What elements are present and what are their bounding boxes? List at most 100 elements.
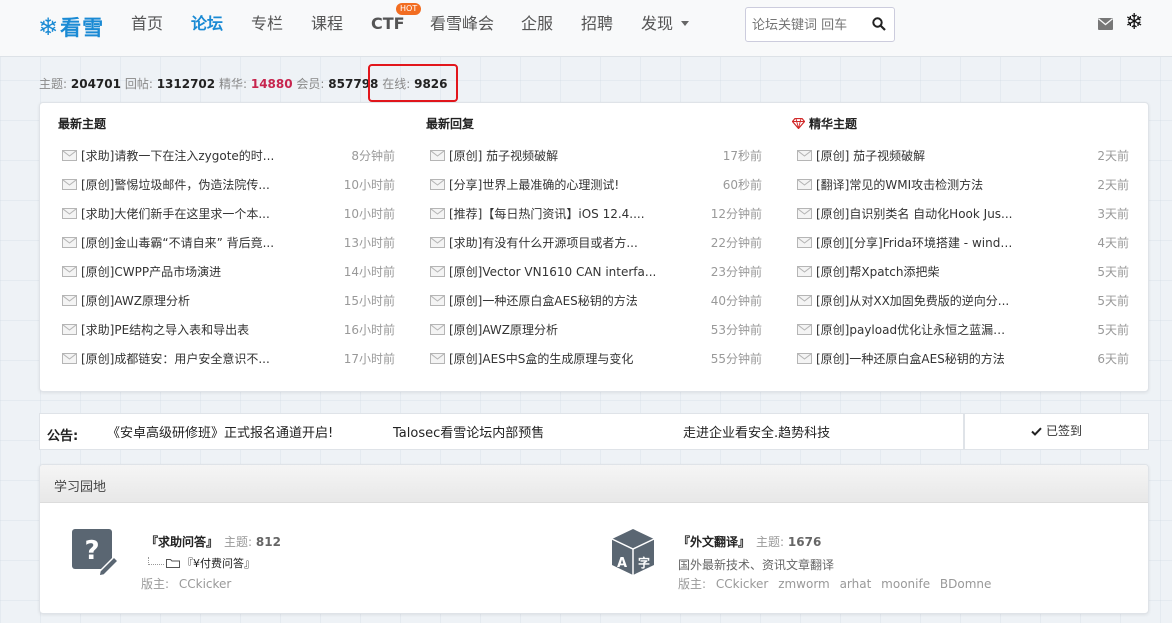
forum-translation[interactable]: 『外文翻译』 主题: 1676 [678, 533, 821, 550]
site-logo[interactable]: ❄ 看雪 [38, 12, 104, 42]
nav-column[interactable]: 专栏 [251, 14, 283, 34]
topic-title[interactable]: [原创][分享]Frida环境搭建 - windo... [816, 234, 1016, 251]
latest-topics-title: 最新主题 [58, 117, 107, 131]
topic-row[interactable]: [原创]自识别类名 自动化Hook Jus... 3天前 [797, 199, 1129, 228]
nav-course[interactable]: 课程 [311, 14, 343, 34]
topic-title[interactable]: [原创]Vector VN1610 CAN interfa... [449, 263, 659, 280]
topic-row[interactable]: [分享]世界上最准确的心理测试! 60秒前 [430, 170, 762, 199]
topic-title[interactable]: [原创]自识别类名 自动化Hook Jus... [816, 205, 1016, 222]
topic-title[interactable]: [原创]AWZ原理分析 [81, 292, 276, 309]
nav-ctf[interactable]: CTF [371, 14, 405, 34]
forum-topics-count: 主题: 1676 [756, 535, 821, 549]
nav-jobs[interactable]: 招聘 [581, 14, 613, 34]
envelope-icon [62, 208, 77, 219]
topic-title[interactable]: [求助]有没有什么开源项目或者方... [449, 234, 659, 251]
nav-enterprise[interactable]: 企服 [521, 14, 553, 34]
topic-time: 23分钟前 [710, 265, 762, 279]
topic-row[interactable]: [原创]帮Xpatch添把柴 5天前 [797, 257, 1129, 286]
moderator-link[interactable]: CCkicker [716, 577, 768, 591]
topic-row[interactable]: [原创]AWZ原理分析 53分钟前 [430, 315, 762, 344]
help-question-icon[interactable]: ? [70, 527, 120, 577]
signed-in-button[interactable]: 已签到 [964, 413, 1149, 450]
topic-title[interactable]: [原创]成都链安：用户安全意识不... [81, 350, 276, 367]
user-avatar-snowflake-icon[interactable]: ❄ [1125, 12, 1143, 34]
topic-row[interactable]: [原创]一种还原白盒AES秘钥的方法 40分钟前 [430, 286, 762, 315]
topic-row[interactable]: [原创]金山毒霸“不请自来” 背后竟... 13小时前 [62, 228, 395, 257]
topic-row[interactable]: [原创]从对XX加固免费版的逆向分... 5天前 [797, 286, 1129, 315]
topic-title[interactable]: [原创] 茄子视频破解 [449, 147, 659, 164]
topic-time: 60秒前 [722, 178, 762, 192]
topic-time: 12分钟前 [710, 207, 762, 221]
topic-title[interactable]: [原创]帮Xpatch添把柴 [816, 263, 1016, 280]
topic-row[interactable]: [原创] 茄子视频破解 17秒前 [430, 141, 762, 170]
nav-forum[interactable]: 论坛 [191, 14, 223, 34]
topic-time: 4天前 [1097, 236, 1129, 250]
topic-row[interactable]: [原创][分享]Frida环境搭建 - windo... 4天前 [797, 228, 1129, 257]
topic-time: 8分钟前 [351, 149, 395, 163]
mail-icon[interactable] [1098, 18, 1113, 30]
topic-row[interactable]: [原创]成都链安：用户安全意识不... 17小时前 [62, 344, 395, 373]
nav-discover[interactable]: 发现 [641, 14, 690, 34]
nav-discover-label: 发现 [641, 14, 674, 33]
logo-text: 看雪 [60, 16, 105, 40]
envelope-icon [62, 295, 77, 306]
topic-title[interactable]: [翻译]常见的WMI攻击检测方法 [816, 176, 1016, 193]
announcement-item[interactable]: 走进企业看安全.趋势科技 [683, 422, 830, 441]
topic-title[interactable]: [原创]payload优化让永恒之蓝漏洞... [816, 321, 1016, 338]
subforum-paid-qa[interactable]: 『¥付费问答』 [148, 555, 255, 571]
topic-title[interactable]: [原创]一种还原白盒AES秘钥的方法 [449, 292, 659, 309]
topic-row[interactable]: [原创]AWZ原理分析 15小时前 [62, 286, 395, 315]
envelope-icon [797, 179, 812, 190]
envelope-icon [62, 353, 77, 364]
topic-time: 2天前 [1097, 149, 1129, 163]
topic-row[interactable]: [原创]payload优化让永恒之蓝漏洞... 5天前 [797, 315, 1129, 344]
topic-row[interactable]: [原创]AES中S盒的生成原理与变化 55分钟前 [430, 344, 762, 373]
topic-title[interactable]: [原创]AWZ原理分析 [449, 321, 659, 338]
nav-summit[interactable]: 看雪峰会 [430, 14, 494, 34]
announcement-item[interactable]: Talosec看雪论坛内部预售 [393, 422, 544, 441]
topic-row[interactable]: [求助]PE结构之导入表和导出表 16小时前 [62, 315, 395, 344]
topic-row[interactable]: [求助]请教一下在注入zygote的时... 8分钟前 [62, 141, 395, 170]
moderator-link[interactable]: BDomne [940, 577, 992, 591]
moderator-link[interactable]: moonife [881, 577, 930, 591]
signed-label: 已签到 [1045, 424, 1082, 438]
topic-title[interactable]: [推荐]【每日热门资讯】iOS 12.4.... [449, 205, 659, 222]
topic-title[interactable]: [求助]请教一下在注入zygote的时... [81, 147, 276, 164]
topic-row[interactable]: [原创]Vector VN1610 CAN interfa... 23分钟前 [430, 257, 762, 286]
topic-row[interactable]: [原创]CWPP产品市场演进 14小时前 [62, 257, 395, 286]
envelope-icon [797, 150, 812, 161]
forum-help-qa[interactable]: 『求助问答』 主题: 812 [146, 533, 281, 550]
topic-title[interactable]: [求助]PE结构之导入表和导出表 [81, 321, 276, 338]
topic-title[interactable]: [原创]金山毒霸“不请自来” 背后竟... [81, 234, 276, 251]
topic-row[interactable]: [翻译]常见的WMI攻击检测方法 2天前 [797, 170, 1129, 199]
topic-title[interactable]: [原创]警惕垃圾邮件，伪造法院传... [81, 176, 276, 193]
svg-text:A: A [617, 556, 627, 571]
topic-title[interactable]: [分享]世界上最准确的心理测试! [449, 176, 659, 193]
topic-title[interactable]: [原创]一种还原白盒AES秘钥的方法 [816, 350, 1016, 367]
topic-row[interactable]: [求助]大佬们新手在这里求一个本... 10小时前 [62, 199, 395, 228]
topic-title[interactable]: [原创]AES中S盒的生成原理与变化 [449, 350, 659, 367]
tree-connector [148, 557, 164, 565]
topic-title[interactable]: [原创] 茄子视频破解 [816, 147, 1016, 164]
search-icon[interactable] [872, 17, 886, 31]
envelope-icon [430, 353, 445, 364]
translate-cube-icon[interactable]: A 字 [608, 527, 658, 577]
search-input[interactable] [752, 15, 864, 35]
topic-title[interactable]: [求助]大佬们新手在这里求一个本... [81, 205, 276, 222]
topic-title[interactable]: [原创]CWPP产品市场演进 [81, 263, 276, 280]
topic-title[interactable]: [原创]从对XX加固免费版的逆向分... [816, 292, 1016, 309]
nav-home[interactable]: 首页 [131, 14, 163, 34]
topic-row[interactable]: [求助]有没有什么开源项目或者方... 22分钟前 [430, 228, 762, 257]
forum-moderators: 版主: CCkicker [141, 575, 237, 592]
stat-topics: 204701 [70, 77, 121, 91]
moderator-link[interactable]: zmworm [778, 577, 830, 591]
topic-row[interactable]: [推荐]【每日热门资讯】iOS 12.4.... 12分钟前 [430, 199, 762, 228]
moderator-link[interactable]: CCkicker [179, 577, 231, 591]
study-header: 学习园地 [40, 465, 1148, 503]
moderator-link[interactable]: arhat [840, 577, 872, 591]
topic-row[interactable]: [原创]警惕垃圾邮件，伪造法院传... 10小时前 [62, 170, 395, 199]
announcement-item[interactable]: 《安卓高级研修班》正式报名通道开启! [107, 422, 333, 441]
topic-row[interactable]: [原创] 茄子视频破解 2天前 [797, 141, 1129, 170]
topic-row[interactable]: [原创]一种还原白盒AES秘钥的方法 6天前 [797, 344, 1129, 373]
moderator-label: 版主: [141, 577, 170, 591]
